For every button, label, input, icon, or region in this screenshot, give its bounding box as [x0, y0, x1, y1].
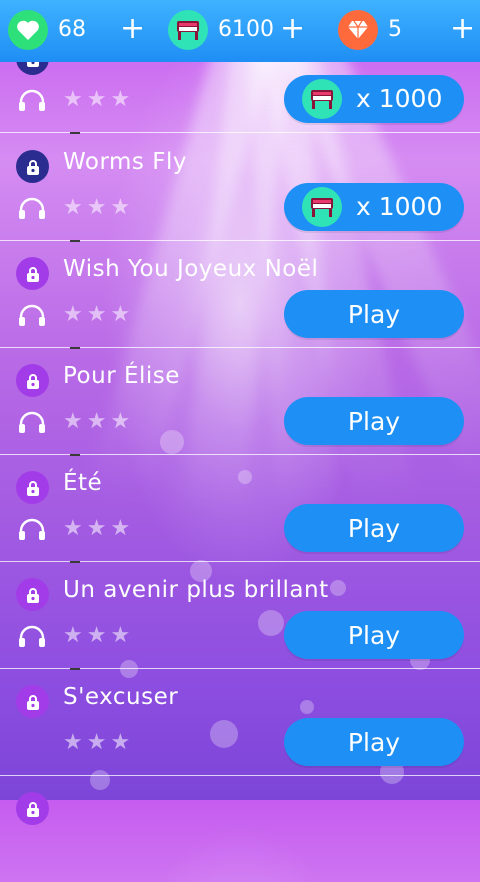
- star-rating: ★★★: [63, 516, 135, 541]
- lives-value: 68: [58, 17, 86, 42]
- piano-icon: [302, 187, 342, 227]
- add-keys-button[interactable]: +: [280, 12, 305, 46]
- headphones-icon[interactable]: [18, 304, 46, 330]
- song-title: Un avenir plus brillant: [63, 577, 329, 603]
- heart-icon: [8, 10, 48, 50]
- song-row: Pour Élise ★★★ Play: [0, 347, 480, 456]
- song-row: Un avenir plus brillant ★★★ Play: [0, 561, 480, 670]
- star-rating: ★★★: [63, 623, 135, 648]
- lock-icon: [16, 150, 49, 183]
- song-title: S'excuser: [63, 684, 179, 710]
- gems-counter: 5 +: [338, 8, 475, 52]
- play-button[interactable]: Play: [284, 504, 464, 552]
- unlock-with-keys-button[interactable]: x 1000: [284, 75, 464, 123]
- piano-icon: [302, 79, 342, 119]
- add-gems-button[interactable]: +: [450, 12, 475, 46]
- piano-icon: [168, 10, 208, 50]
- star-rating: ★★★: [63, 302, 135, 327]
- song-title: Pour Élise: [63, 363, 180, 389]
- play-button[interactable]: Play: [284, 290, 464, 338]
- unlock-with-keys-button[interactable]: x 1000: [284, 183, 464, 231]
- song-row: S'excuser ★★★ Play: [0, 668, 480, 776]
- diamond-icon: [338, 10, 378, 50]
- lock-icon: [16, 364, 49, 397]
- unlock-cost-label: x 1000: [356, 84, 443, 113]
- song-row: Worms Fly ★★★ x 1000: [0, 133, 480, 242]
- song-title: Été: [63, 470, 103, 496]
- lock-icon: [16, 685, 49, 718]
- headphones-icon[interactable]: [18, 518, 46, 544]
- song-title: Worms Fly: [63, 149, 187, 175]
- lock-icon: [16, 578, 49, 611]
- play-button[interactable]: Play: [284, 718, 464, 766]
- header-bar: 68 + 6100 + 5 +: [0, 0, 480, 62]
- song-row: Été ★★★ Play: [0, 454, 480, 563]
- headphones-icon[interactable]: [18, 411, 46, 437]
- play-button[interactable]: Play: [284, 397, 464, 445]
- star-rating: ★★★: [63, 409, 135, 434]
- headphones-icon[interactable]: [18, 89, 46, 115]
- song-title: Wish You Joyeux Noël: [63, 256, 319, 282]
- lock-icon: [16, 792, 49, 825]
- headphones-icon[interactable]: [18, 197, 46, 223]
- song-row-partial: [0, 775, 480, 882]
- lock-icon: [16, 471, 49, 504]
- unlock-cost-label: x 1000: [356, 192, 443, 221]
- headphones-icon[interactable]: [18, 625, 46, 651]
- play-button[interactable]: Play: [284, 611, 464, 659]
- add-lives-button[interactable]: +: [120, 12, 145, 46]
- star-rating: ★★★: [63, 195, 135, 220]
- keys-value: 6100: [218, 17, 274, 42]
- keys-counter: 6100 +: [168, 8, 310, 52]
- gems-value: 5: [388, 17, 402, 42]
- star-rating: ★★★: [63, 730, 135, 755]
- song-row: Wish You Joyeux Noël ★★★ Play: [0, 240, 480, 349]
- lock-icon: [16, 257, 49, 290]
- star-rating: ★★★: [63, 87, 135, 112]
- lives-counter: 68 +: [8, 8, 150, 52]
